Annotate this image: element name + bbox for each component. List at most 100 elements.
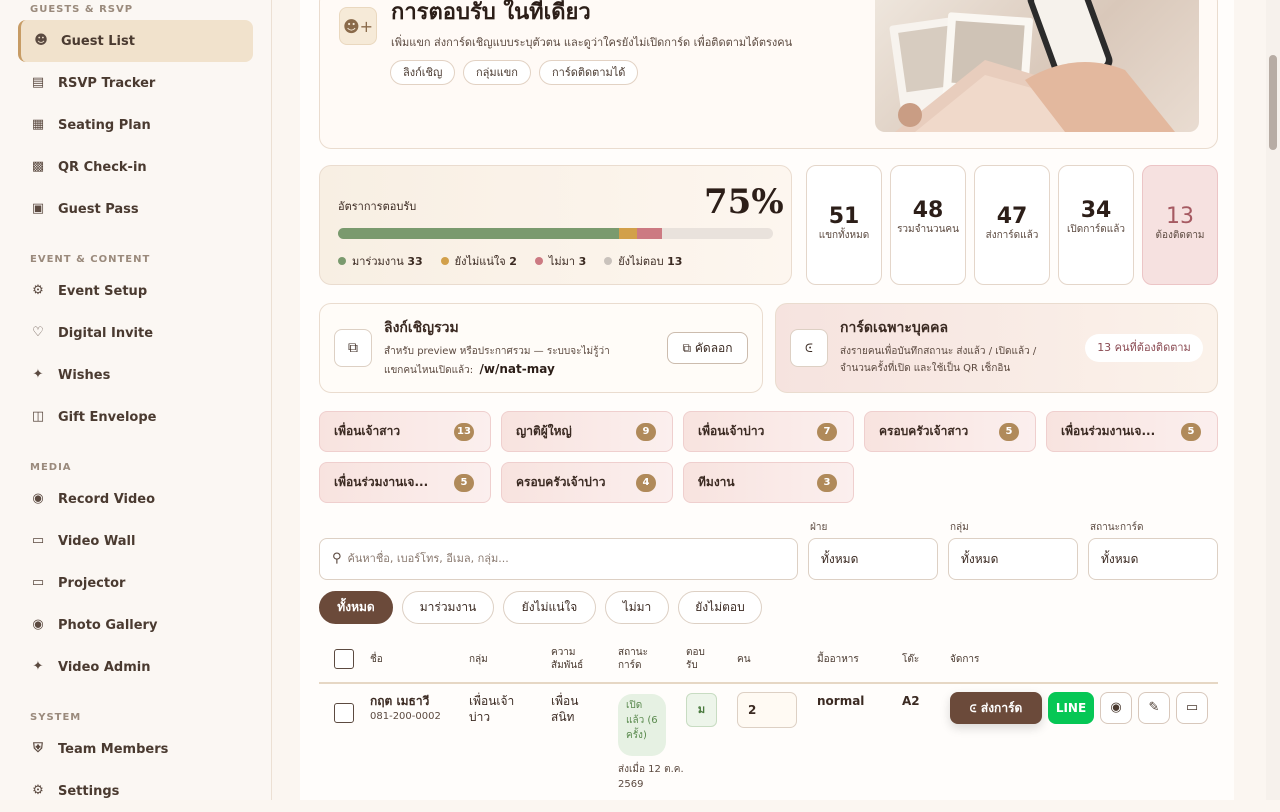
sidebar: GUESTS & RSVP ☻ Guest List ▤ RSVP Tracker … [0,0,272,800]
shared-link-desc: สำหรับ preview หรือประกาศรวม — ระบบจะไม่… [384,346,610,357]
hero-title: การตอบรับ ในที่เดียว [391,0,591,25]
sidebar-item-guest-pass[interactable]: ▣ Guest Pass [18,188,253,230]
guest-phone: 081-200-0002 [370,711,441,722]
sidebar-item-label: Gift Envelope [58,409,157,425]
group-filter-select[interactable]: ทั้งหมด [948,538,1078,580]
sidebar-item-video-admin[interactable]: ✦ Video Admin [18,646,253,688]
col-table: โต๊ะ [902,654,920,665]
status-filter-select[interactable]: ทั้งหมด [1088,538,1218,580]
rsvp-badge[interactable]: ม [686,693,717,727]
sidebar-item-guest-list[interactable]: ☻ Guest List [18,20,253,62]
group-pill[interactable]: ญาติผู้ใหญ่ 9 [501,411,673,452]
card-status-badge: เปิดแล้ว (6 ครั้ง) [618,694,666,756]
sparkles-icon: ✦ [32,367,44,382]
guest-relationship: เพื่อนสนิท [551,694,579,724]
sidebar-item-digital-invite[interactable]: ♡ Digital Invite [18,312,253,354]
camera-icon: ◉ [32,491,44,506]
follow-up-badge[interactable]: 13 คนที่ต้องติดตาม [1085,334,1203,362]
group-pill[interactable]: เพื่อนร่วมงานเจ... 5 [1046,411,1218,452]
sidebar-item-qr-checkin[interactable]: ▩ QR Check-in [18,146,253,188]
group-pill[interactable]: เพื่อนเจ้าสาว 13 [319,411,491,452]
card-sent-date: ส่งเมื่อ 12 ต.ค. 2569 [618,764,684,790]
select-all-checkbox[interactable] [334,649,354,669]
personal-card-title: การ์ดเฉพาะบุคคล [840,320,949,336]
sidebar-item-record-video[interactable]: ◉ Record Video [18,478,253,520]
heart-icon: ♡ [32,325,44,340]
line-share-button[interactable]: LINE [1048,692,1094,724]
sidebar-item-team-members[interactable]: ⛨ Team Members [18,728,253,770]
sidebar-item-label: Record Video [58,491,156,507]
tab-decline[interactable]: ไม่มา [605,591,669,624]
users-icon: ☻ [34,33,48,48]
sidebar-item-rsvp-tracker[interactable]: ▤ RSVP Tracker [18,62,253,104]
sidebar-item-wishes[interactable]: ✦ Wishes [18,354,253,396]
sidebar-item-label: Projector [58,575,126,591]
sidebar-item-seating-plan[interactable]: ▦ Seating Plan [18,104,253,146]
search-input[interactable]: ⚲ ค้นหาชื่อ, เบอร์โทร, อีเมล, กลุ่ม... [319,538,798,580]
gear-icon: ⚙ [32,283,44,298]
sidebar-item-projector[interactable]: ▭ Projector [18,562,253,604]
send-card-button[interactable]: ⪽ ส่งการ์ด [950,692,1042,724]
rate-label: อัตราการตอบรับ [338,200,417,213]
progress-segment-decline [636,228,663,239]
stat-cards-opened: 34 เปิดการ์ดแล้ว [1058,165,1134,285]
col-group: กลุ่ม [469,654,488,665]
gear-icon: ⚙ [32,783,44,798]
table-number: A2 [902,694,920,708]
scrollbar-thumb[interactable] [1269,55,1277,150]
legend-attend: มาร่วมงาน 33 [338,252,423,270]
sidebar-item-event-setup[interactable]: ⚙ Event Setup [18,270,253,312]
sidebar-item-gift-envelope[interactable]: ◫ Gift Envelope [18,396,253,438]
copy-button[interactable]: ⧉ คัดลอก [667,332,748,364]
tab-unsure[interactable]: ยังไม่แน่ใจ [503,591,596,624]
chip-trackable-card[interactable]: การ์ดติดตามได้ [539,60,639,85]
sidebar-item-label: Event Setup [58,283,148,299]
trash-icon: ▭ [1185,700,1199,715]
people-count-input[interactable]: 2 [737,692,797,728]
shield-icon: ⛨ [33,741,43,756]
copy-link-icon: ⧉ [334,329,372,367]
chip-guest-groups[interactable]: กลุ่มแขก [463,60,531,85]
chip-invite-link[interactable]: ลิงก์เชิญ [390,60,456,85]
tab-all[interactable]: ทั้งหมด [319,591,393,624]
col-manage: จัดการ [950,654,980,665]
group-pill[interactable]: เพื่อนร่วมงานเจ... 5 [319,462,491,503]
legend-none: ยังไม่ตอบ 13 [604,252,682,270]
col-people: คน [737,654,751,665]
col-name: ชื่อ [370,654,383,665]
side-filter-select[interactable]: ทั้งหมด [808,538,938,580]
col-card-status: สถานะ การ์ด [618,647,648,671]
group-pill[interactable]: เพื่อนเจ้าบ่าว 7 [683,411,854,452]
clipboard-icon: ▤ [31,75,45,90]
sidebar-item-label: Digital Invite [58,325,154,341]
search-icon: ⚲ [332,551,342,566]
row-checkbox[interactable] [334,703,354,723]
personal-card-desc-2: จำนวนครั้งที่เปิด และใช้เป็น QR เช็กอิน [840,363,1011,374]
view-button[interactable]: ◉ [1100,692,1132,724]
sidebar-item-settings[interactable]: ⚙ Settings [18,770,253,812]
group-pill[interactable]: ครอบครัวเจ้าบ่าว 4 [501,462,673,503]
edit-button[interactable]: ✎ [1138,692,1170,724]
share-icon: ⪽ [790,329,828,367]
sidebar-item-label: RSVP Tracker [58,75,156,91]
legend-unsure: ยังไม่แน่ใจ 2 [440,252,517,270]
group-pill[interactable]: ทีมงาน 3 [683,462,854,503]
delete-button[interactable]: ▭ [1176,692,1208,724]
tab-attend[interactable]: มาร่วมงาน [402,591,494,624]
stat-follow-up[interactable]: 13 ต้องติดตาม [1142,165,1218,285]
group-pill[interactable]: ครอบครัวเจ้าสาว 5 [864,411,1036,452]
sidebar-item-photo-gallery[interactable]: ◉ Photo Gallery [18,604,253,646]
table-divider [319,682,1218,684]
shared-link-path: /w/nat-may [479,362,555,376]
table-layout-icon: ▦ [31,117,45,132]
rate-progress-bar [338,228,773,239]
shared-link-desc-2: แขกคนไหนเปิดแล้ว: /w/nat-may [384,362,555,376]
eye-icon: ◉ [1110,700,1122,715]
sidebar-item-label: Guest List [61,33,135,49]
pencil-icon: ✎ [1148,700,1160,715]
tab-no-response[interactable]: ยังไม่ตอบ [678,591,762,624]
rate-value: 75% [704,182,784,222]
sidebar-item-label: Video Wall [58,533,136,549]
sidebar-item-video-wall[interactable]: ▭ Video Wall [18,520,253,562]
col-food: มื้ออาหาร [817,654,859,665]
